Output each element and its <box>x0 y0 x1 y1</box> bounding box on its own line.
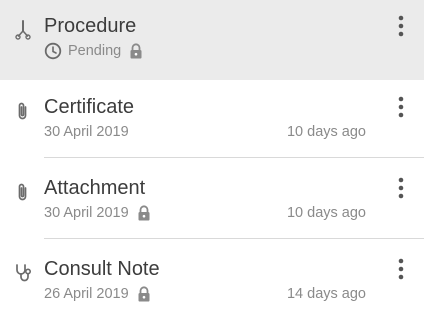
relative-time: 10 days ago <box>286 205 366 221</box>
item-date-row: 30 April 2019 <box>44 122 129 142</box>
clinical-records-list: Procedure Pending Certificate 30 April 2… <box>0 0 424 328</box>
list-item-attachment[interactable]: Attachment 30 April 2019 10 days ago <box>0 162 424 242</box>
item-title: Consult Note <box>44 258 160 280</box>
divider <box>44 157 424 158</box>
lock-icon <box>138 205 150 221</box>
stethoscope-icon <box>16 264 32 282</box>
item-date-row: 30 April 2019 <box>44 203 151 223</box>
paperclip-icon <box>18 183 27 201</box>
item-title: Procedure <box>44 15 137 37</box>
divider <box>44 238 424 239</box>
lock-icon <box>138 286 150 302</box>
more-options-icon[interactable] <box>392 95 410 121</box>
item-status-row: Pending <box>44 41 143 61</box>
status-label: Pending <box>68 43 122 59</box>
more-options-icon[interactable] <box>392 176 410 202</box>
date-label: 30 April 2019 <box>44 205 129 221</box>
list-item-consult-note[interactable]: Consult Note 26 April 2019 14 days ago <box>0 243 424 323</box>
more-options-icon[interactable] <box>392 257 410 283</box>
paperclip-icon <box>18 102 27 120</box>
relative-time: 10 days ago <box>286 124 366 140</box>
date-label: 30 April 2019 <box>44 124 129 140</box>
date-label: 26 April 2019 <box>44 286 129 302</box>
item-date-row: 26 April 2019 <box>44 284 151 304</box>
scalpel-icon <box>15 20 31 40</box>
item-title: Certificate <box>44 96 135 118</box>
relative-time: 14 days ago <box>286 286 366 302</box>
item-title: Attachment <box>44 177 146 199</box>
lock-icon <box>130 43 142 59</box>
list-item-certificate[interactable]: Certificate 30 April 2019 10 days ago <box>0 81 424 161</box>
clock-icon <box>44 42 62 60</box>
more-options-icon[interactable] <box>392 14 410 40</box>
list-item-procedure[interactable]: Procedure Pending <box>0 0 424 80</box>
